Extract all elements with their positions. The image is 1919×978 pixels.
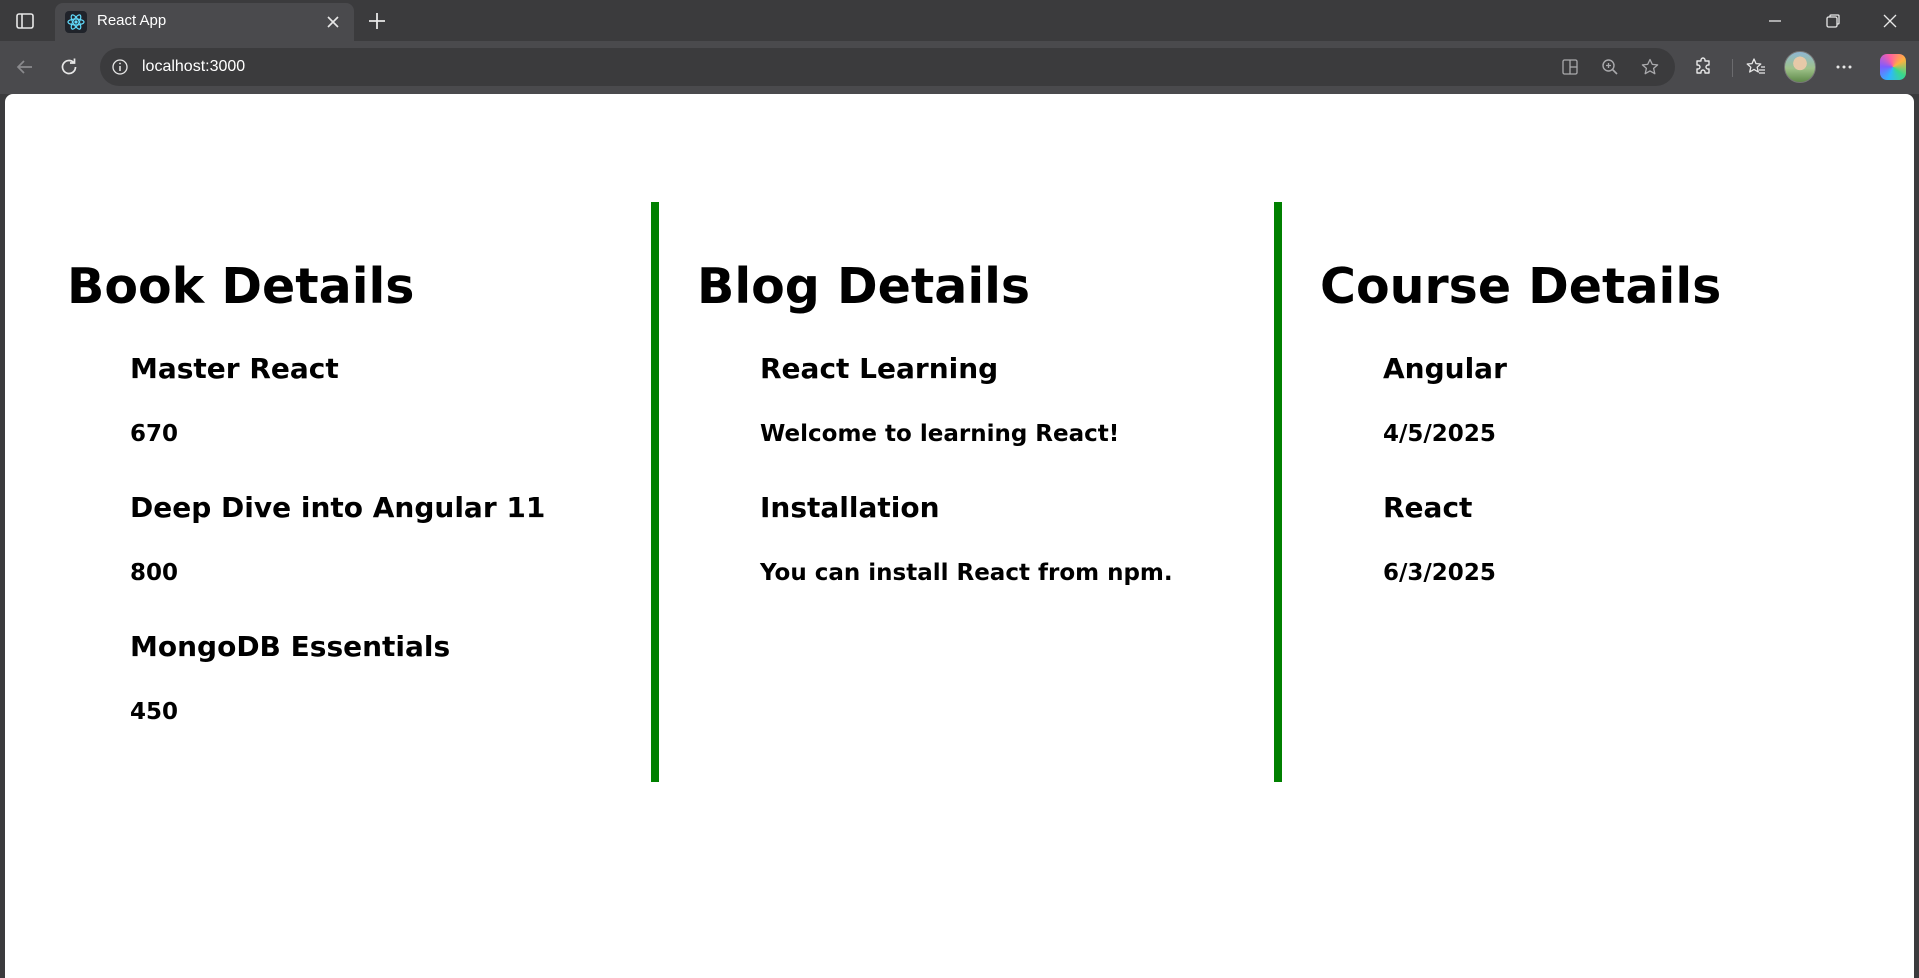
back-arrow-icon[interactable] bbox=[8, 50, 42, 84]
tab-title: React App bbox=[97, 12, 167, 29]
book-name: Master React bbox=[130, 352, 339, 385]
puzzle-icon[interactable] bbox=[1687, 50, 1721, 84]
blog-details-heading: Blog Details bbox=[697, 258, 1031, 315]
book-details-section: Book Details Master React 670 Deep Dive … bbox=[5, 202, 659, 782]
minimize-icon[interactable] bbox=[1758, 8, 1792, 34]
page-viewport: Book Details Master React 670 Deep Dive … bbox=[5, 94, 1914, 978]
book-price: 670 bbox=[130, 421, 179, 447]
reload-icon[interactable] bbox=[52, 50, 86, 84]
react-icon bbox=[65, 11, 87, 33]
course-name: React bbox=[1383, 491, 1473, 524]
book-price: 800 bbox=[130, 560, 179, 586]
book-price: 450 bbox=[130, 699, 179, 725]
blog-title: React Learning bbox=[760, 352, 999, 385]
copilot-icon[interactable] bbox=[1876, 50, 1910, 84]
avatar bbox=[1784, 51, 1816, 83]
info-icon[interactable] bbox=[110, 57, 130, 77]
book-name: MongoDB Essentials bbox=[130, 630, 451, 663]
course-details-heading: Course Details bbox=[1320, 258, 1722, 315]
course-date: 6/3/2025 bbox=[1383, 560, 1496, 586]
course-details-section: Course Details Angular 4/5/2025 React 6/… bbox=[1282, 202, 1914, 782]
tab-strip: React App bbox=[0, 0, 1919, 41]
blog-details-section: Blog Details React Learning Welcome to l… bbox=[659, 202, 1282, 782]
blog-title: Installation bbox=[760, 491, 940, 524]
zoom-icon[interactable] bbox=[1598, 55, 1622, 79]
star-icon[interactable] bbox=[1638, 55, 1662, 79]
profile-avatar[interactable] bbox=[1783, 50, 1817, 84]
details-columns: Book Details Master React 670 Deep Dive … bbox=[5, 202, 1914, 782]
sidebar-icon[interactable] bbox=[12, 8, 38, 34]
more-icon[interactable] bbox=[1827, 50, 1861, 84]
split-screen-icon[interactable] bbox=[1558, 55, 1582, 79]
plus-icon[interactable] bbox=[363, 7, 391, 35]
course-date: 4/5/2025 bbox=[1383, 421, 1496, 447]
url-text[interactable]: localhost:3000 bbox=[142, 58, 245, 76]
favorites-icon[interactable] bbox=[1739, 50, 1773, 84]
restore-icon[interactable] bbox=[1816, 8, 1850, 34]
close-icon[interactable] bbox=[323, 12, 343, 32]
browser-tab[interactable]: React App bbox=[55, 3, 354, 41]
course-name: Angular bbox=[1383, 352, 1507, 385]
book-name: Deep Dive into Angular 11 bbox=[130, 491, 546, 524]
window-close-icon[interactable] bbox=[1873, 8, 1907, 34]
blog-content: You can install React from npm. bbox=[760, 560, 1173, 586]
toolbar-divider bbox=[1732, 59, 1733, 77]
address-bar[interactable]: localhost:3000 bbox=[100, 48, 1675, 86]
browser-toolbar: localhost:3000 bbox=[0, 41, 1919, 94]
blog-content: Welcome to learning React! bbox=[760, 421, 1120, 447]
book-details-heading: Book Details bbox=[67, 258, 415, 315]
